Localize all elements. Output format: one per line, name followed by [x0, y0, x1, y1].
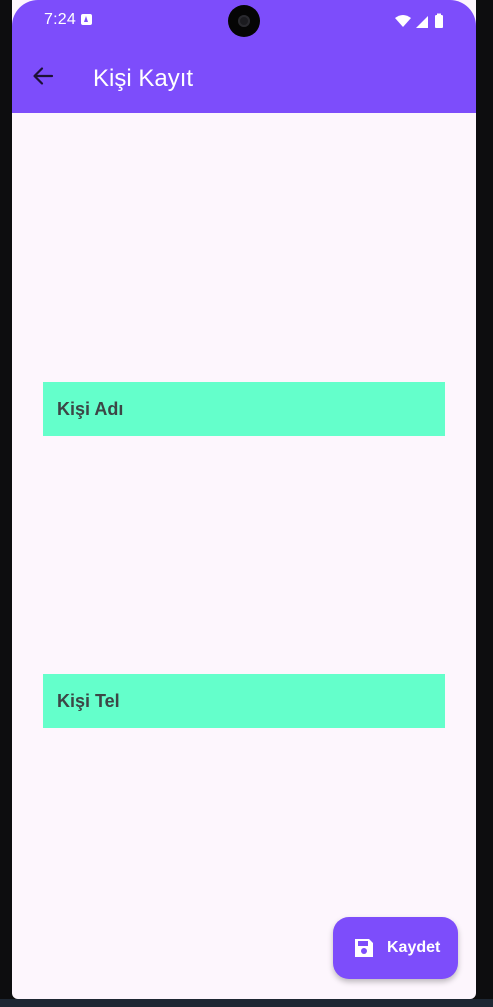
battery-icon	[435, 13, 443, 28]
back-button[interactable]	[29, 62, 57, 90]
page-title: Kişi Kayıt	[93, 65, 194, 92]
name-field-placeholder: Kişi Adı	[57, 399, 124, 419]
device-frame: 7:24 Kişi Kayıt Kişi Adı Kişi Tel Kaydet	[0, 0, 493, 1007]
name-field[interactable]: Kişi Adı	[43, 382, 445, 436]
status-bar: 7:24	[12, 0, 476, 40]
signal-icon	[416, 16, 428, 28]
status-time: 7:24	[44, 11, 76, 28]
app-bar: Kişi Kayıt	[12, 40, 476, 113]
camera-cutout	[228, 5, 260, 37]
save-button-label: Kaydet	[387, 939, 441, 956]
wifi-icon	[395, 15, 411, 27]
app-screen: 7:24 Kişi Kayıt Kişi Adı Kişi Tel Kaydet	[12, 0, 476, 999]
phone-field-placeholder: Kişi Tel	[57, 691, 120, 711]
save-button[interactable]: Kaydet	[333, 917, 458, 979]
status-icons	[395, 13, 443, 28]
phone-field[interactable]: Kişi Tel	[43, 674, 445, 728]
android-notification-icon	[81, 14, 92, 25]
arrow-back-icon	[33, 67, 54, 85]
save-icon	[355, 939, 373, 957]
